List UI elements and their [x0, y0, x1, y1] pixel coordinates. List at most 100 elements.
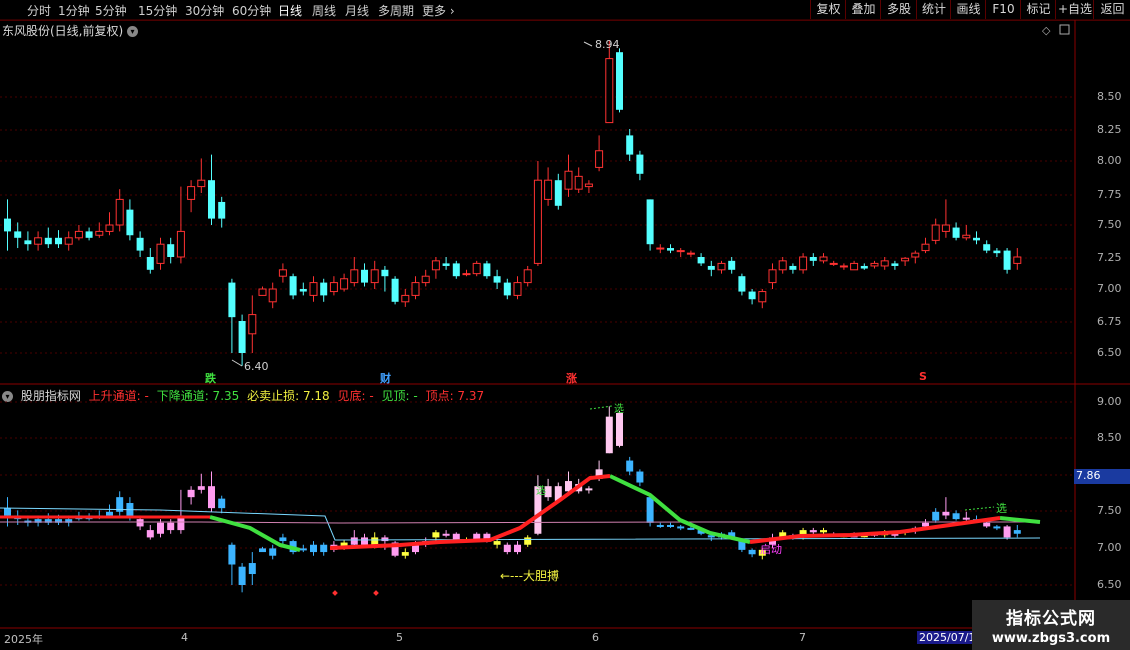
indicator-body: [942, 511, 950, 516]
indicator-body: [228, 544, 236, 565]
candle-body: [431, 260, 440, 271]
date-axis-label: 2025年: [4, 633, 43, 646]
candle-body: [370, 269, 379, 284]
candle-body: [870, 262, 879, 267]
candle-body: [4, 218, 11, 232]
candle-body: [483, 263, 491, 277]
candle-body: [197, 179, 206, 188]
candle-body: [829, 262, 838, 265]
candle-body: [850, 262, 859, 271]
candle-body: [329, 282, 338, 293]
candle-body: [361, 269, 368, 283]
indicator-body: [932, 511, 940, 521]
s-tag: S: [919, 370, 927, 383]
indicator-body: [626, 460, 634, 472]
candle-body: [809, 257, 817, 261]
candle-body: [472, 262, 481, 275]
candle-body: [238, 321, 246, 353]
candle-body: [728, 260, 736, 270]
indicator-body: [371, 537, 379, 545]
candle-body: [636, 154, 644, 174]
candle-body: [626, 135, 634, 155]
candle-body: [95, 230, 104, 236]
indicator-body: [993, 526, 1001, 529]
signal-diamond: [332, 590, 338, 596]
candle-body: [411, 282, 420, 296]
qidong-tag: 启动: [760, 543, 782, 556]
indicator-body: [208, 486, 215, 509]
candle-body: [268, 288, 277, 303]
indicator-body: [126, 503, 134, 518]
indicator-body: [167, 522, 175, 531]
date-axis-label: 4: [181, 631, 188, 644]
indicator-body: [616, 412, 623, 446]
low-marker: [231, 359, 243, 367]
indicator-body: [493, 541, 501, 545]
main-axis-tick: 8.00: [1097, 154, 1122, 167]
kline-chart[interactable]: ◇: [0, 0, 1130, 650]
candle-body: [860, 265, 868, 269]
candle-body: [442, 263, 450, 266]
candle-body: [584, 183, 593, 188]
indicator-body: [350, 537, 358, 545]
date-axis-label: 2025/07/1: [917, 631, 978, 644]
indicator-body: [809, 530, 817, 533]
candle-body: [983, 244, 991, 251]
high-price-label: 8.94: [595, 38, 620, 51]
indicator-body: [187, 489, 195, 498]
indicator-body: [310, 544, 317, 553]
indicator-body: [962, 517, 970, 520]
candle-body: [34, 237, 43, 245]
current-indicator-value: 7.86: [1074, 469, 1130, 484]
indicator-body: [381, 537, 389, 542]
candle-body: [564, 170, 573, 190]
main-axis-tick: 8.25: [1097, 123, 1122, 136]
indicator-body: [259, 548, 266, 553]
signal-diamond: [373, 590, 379, 596]
candle-body: [14, 231, 22, 238]
candle-body: [554, 180, 562, 206]
candle-body: [738, 276, 746, 292]
watermark-name: 指标公式网: [1006, 609, 1096, 629]
xuan-tag-3: 选: [996, 502, 1007, 515]
candle-body: [1003, 250, 1011, 270]
indicator-body: [279, 537, 287, 542]
annotation-leader: [589, 405, 613, 410]
candle-body: [778, 260, 787, 271]
candle-body: [320, 282, 328, 296]
candle-body: [74, 230, 83, 239]
candle-body: [697, 257, 705, 264]
candle-body: [208, 180, 215, 219]
candle-body: [452, 263, 460, 277]
xuan-tag-1: 选: [614, 404, 624, 415]
watermark-url: www.zbgs3.com: [991, 631, 1111, 646]
candle-body: [952, 227, 960, 238]
candle-body: [901, 257, 910, 262]
candle-body: [768, 269, 777, 284]
candle-body: [289, 276, 297, 296]
indicator-body: [922, 522, 929, 527]
diamond-icon: ◇: [1042, 24, 1051, 37]
main-axis-tick: 6.50: [1097, 346, 1122, 359]
candle-body: [941, 224, 950, 232]
date-axis-label: 5: [396, 631, 403, 644]
high-marker: [583, 41, 593, 47]
candle-body: [758, 291, 767, 303]
candle-body: [105, 224, 114, 232]
indicator-body: [687, 527, 695, 530]
die-tag: 跌: [205, 372, 216, 385]
indicator-body: [585, 488, 593, 491]
candle-body: [115, 198, 124, 226]
xuan-tag-2: 选: [536, 486, 546, 497]
cai-tag: 财: [380, 372, 391, 385]
indicator-body: [320, 544, 328, 553]
indicator-body: [524, 537, 532, 545]
candle-body: [248, 314, 257, 335]
indicator-body: [299, 548, 307, 551]
candle-body: [605, 58, 614, 124]
dadanbo-tag: ←---大胆搏: [500, 569, 560, 583]
indicator-body: [636, 471, 644, 483]
candle-body: [911, 252, 920, 258]
main-axis-tick: 7.75: [1097, 188, 1122, 201]
candle-body: [717, 262, 726, 271]
